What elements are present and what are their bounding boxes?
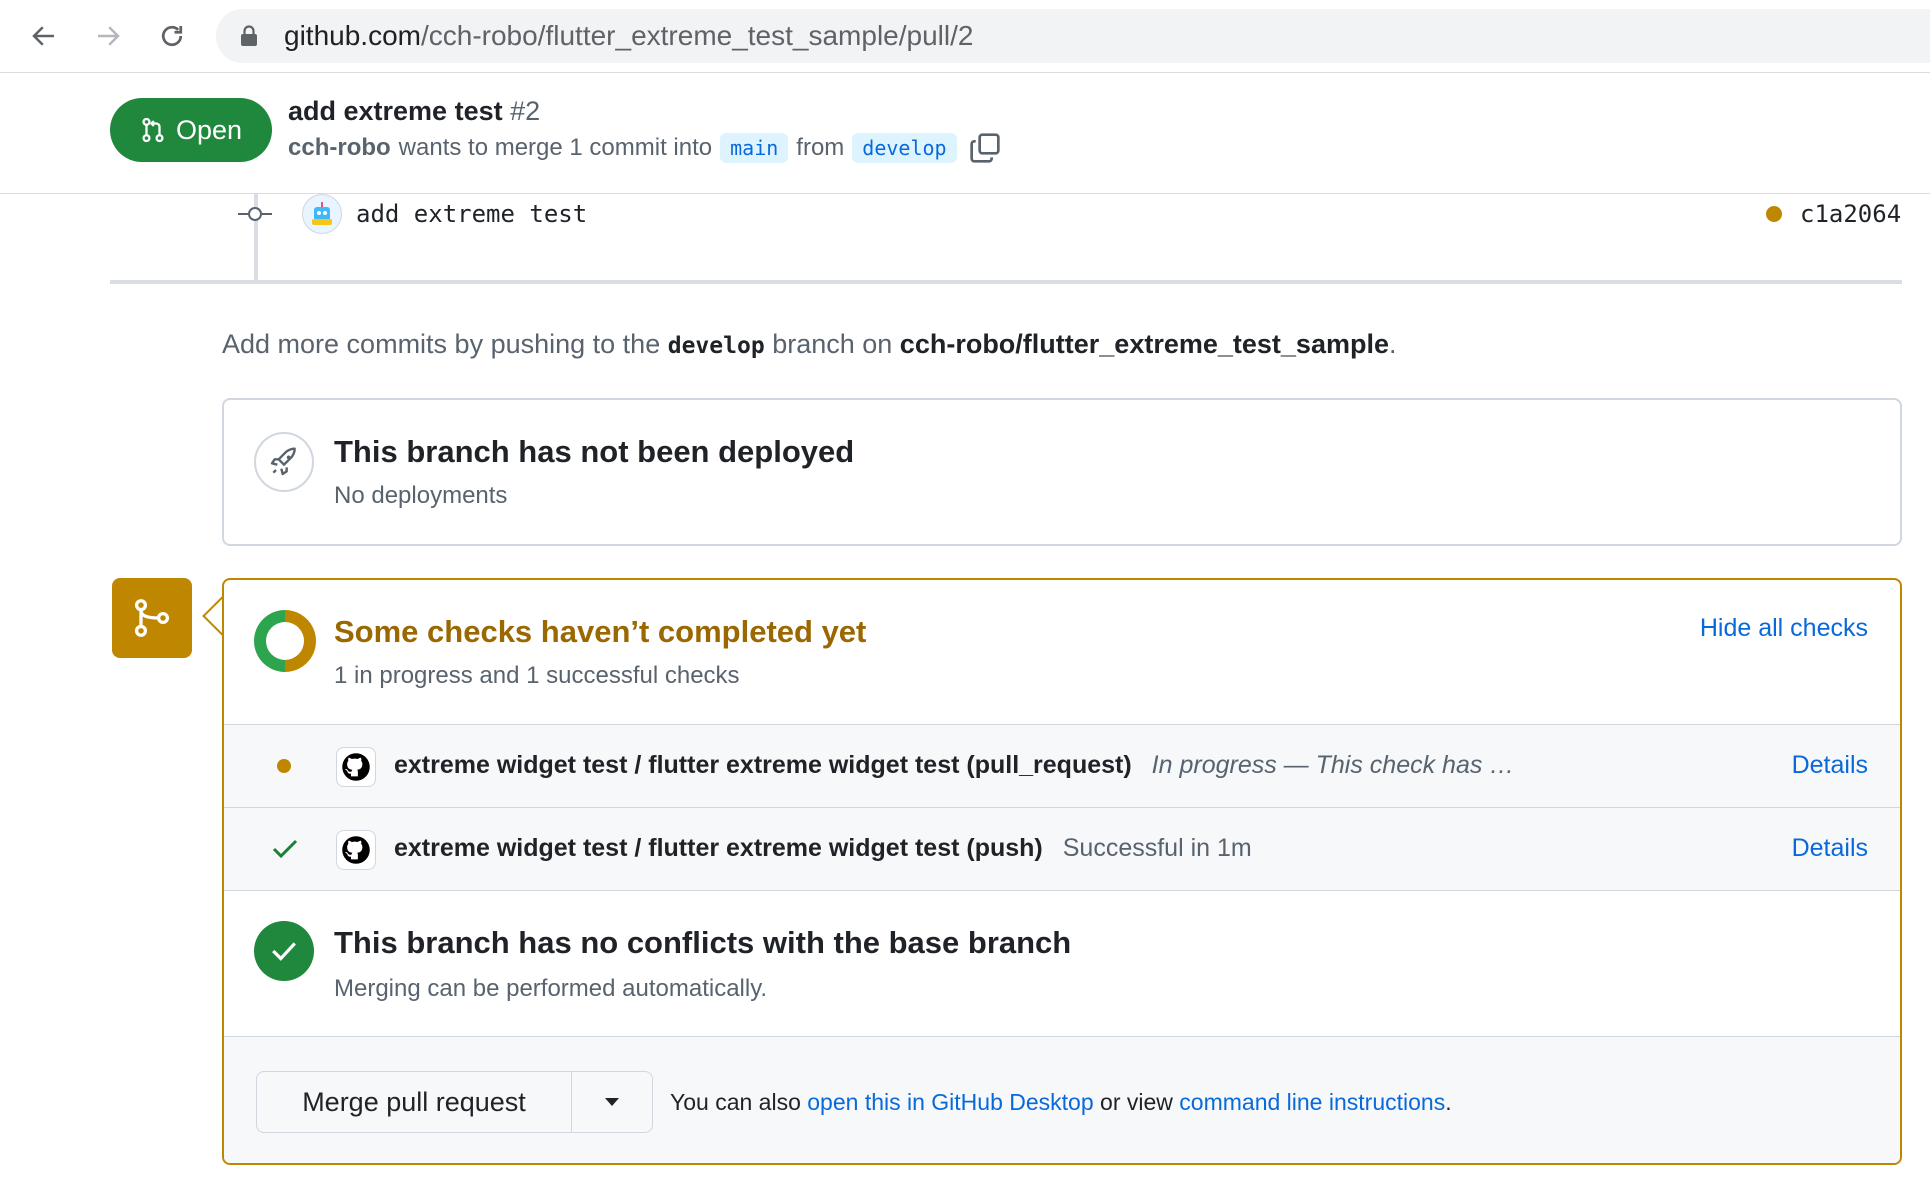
checks-subtitle: 1 in progress and 1 successful checks: [334, 662, 740, 689]
deployment-title: This branch has not been deployed: [334, 434, 855, 469]
lock-icon: [241, 25, 257, 46]
check-description: Successful in 1m: [1062, 834, 1252, 862]
pr-state-label: Open: [175, 114, 243, 145]
check-row: extreme widget test / flutter extreme wi…: [224, 724, 1900, 807]
check-name: extreme widget test / flutter extreme wi…: [394, 751, 1515, 779]
github-logo-icon: [336, 747, 376, 787]
avatar[interactable]: [302, 194, 342, 234]
triangle-down-icon: [605, 1098, 619, 1106]
pr-number: #2: [510, 96, 541, 126]
forward-button[interactable]: [86, 14, 130, 58]
check-circle-icon: [254, 921, 314, 981]
copy-icon[interactable]: [969, 132, 1001, 164]
github-desktop-link[interactable]: open this in GitHub Desktop: [807, 1089, 1093, 1115]
push-note: Add more commits by pushing to the devel…: [222, 329, 1397, 359]
pr-author[interactable]: cch-robo: [288, 134, 391, 162]
rocket-icon: [254, 432, 314, 492]
reload-button[interactable]: [150, 14, 194, 58]
check-description: In progress — This check has …: [1151, 751, 1515, 779]
merge-section: Merge pull request You can also open thi…: [224, 1036, 1900, 1163]
robot-avatar-icon: [312, 202, 332, 225]
check-row: extreme widget test / flutter extreme wi…: [224, 807, 1900, 890]
conflict-subtitle: Merging can be performed automatically.: [334, 975, 768, 1002]
pull-request-icon: [142, 117, 164, 143]
conflict-title: This branch has no conflicts with the ba…: [334, 925, 1072, 960]
timeline-divider: [110, 280, 1902, 284]
commit-message[interactable]: add extreme test: [356, 200, 587, 228]
git-merge-icon: [134, 599, 170, 637]
check-icon: [272, 839, 298, 859]
merge-note: You can also open this in GitHub Desktop…: [670, 1089, 1452, 1115]
base-branch-chip[interactable]: main: [720, 133, 789, 163]
command-line-link[interactable]: command line instructions: [1179, 1089, 1445, 1115]
browser-toolbar: github.com/cch-robo/flutter_extreme_test…: [0, 0, 1930, 73]
conflict-status: This branch has no conflicts with the ba…: [224, 890, 1900, 1036]
merge-status-badge: [112, 578, 192, 658]
commit-status-dot[interactable]: [1766, 206, 1782, 222]
pr-title: add extreme test #2: [288, 96, 541, 126]
back-button[interactable]: [22, 14, 66, 58]
repo-name: cch-robo/flutter_extreme_test_sample: [899, 329, 1389, 359]
merge-pull-request-button[interactable]: Merge pull request: [256, 1071, 572, 1133]
deployment-box: This branch has not been deployed No dep…: [222, 398, 1902, 546]
arrow-right-icon: [98, 26, 120, 46]
check-details-link[interactable]: Details: [1792, 751, 1868, 780]
merge-method-dropdown[interactable]: [571, 1071, 653, 1133]
deployment-subtitle: No deployments: [334, 482, 508, 509]
head-branch-chip[interactable]: develop: [852, 133, 957, 163]
pr-state-badge: Open: [110, 98, 272, 162]
check-name: extreme widget test / flutter extreme wi…: [394, 834, 1252, 862]
url-text: github.com/cch-robo/flutter_extreme_test…: [284, 20, 974, 51]
github-logo-icon: [336, 830, 376, 870]
checks-header: Some checks haven’t completed yet 1 in p…: [224, 580, 1900, 724]
address-bar[interactable]: github.com/cch-robo/flutter_extreme_test…: [216, 9, 1930, 63]
reload-icon: [161, 25, 183, 47]
pr-header: Open add extreme test #2 cch-robo wants …: [0, 74, 1930, 194]
in-progress-dot-icon: [277, 759, 291, 773]
git-commit-icon: [238, 207, 272, 221]
arrow-left-icon: [32, 26, 54, 46]
check-details-link[interactable]: Details: [1792, 834, 1868, 863]
checks-progress-ring: [254, 610, 316, 672]
hide-all-checks-link[interactable]: Hide all checks: [1700, 614, 1868, 643]
merge-checks-box: Some checks haven’t completed yet 1 in p…: [222, 578, 1902, 1165]
commit-sha[interactable]: c1a2064: [1800, 200, 1901, 228]
pr-subtitle: cch-robo wants to merge 1 commit into ma…: [288, 132, 1001, 164]
checks-title: Some checks haven’t completed yet: [334, 614, 867, 649]
push-branch: develop: [667, 333, 765, 359]
